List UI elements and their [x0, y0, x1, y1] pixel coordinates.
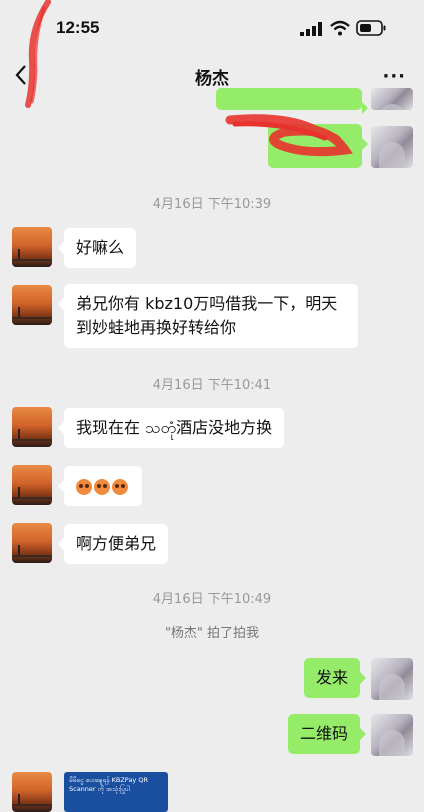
timestamp: 4月16日 下午10:39: [152, 197, 272, 212]
avatar-self[interactable]: [371, 714, 413, 756]
signal-icon: [300, 22, 322, 36]
message-incoming: 我现在在 သတုံ酒店没地方换: [57, 408, 285, 448]
emoji-icon: [112, 478, 128, 495]
wifi-icon: [330, 20, 350, 36]
avatar-contact[interactable]: [12, 772, 52, 812]
avatar-contact[interactable]: [12, 465, 52, 505]
message-line: 到妙蛙地再换好转给你: [76, 318, 237, 337]
message-outgoing: 二维码: [287, 714, 367, 754]
message-incoming: 好嘛么: [57, 228, 137, 268]
message-outgoing: 发来: [303, 658, 367, 698]
chat-area: 4月16日 下午10:39 好嘛么 弟兄你有 kbz10万吗借我一下，明天 到妙…: [0, 88, 424, 812]
pat-notice: "杨杰" 拍了拍我: [164, 626, 260, 641]
avatar-contact[interactable]: [12, 285, 52, 325]
message-incoming: 啊方便弟兄: [57, 524, 169, 564]
avatar-contact[interactable]: [12, 407, 52, 447]
qr-caption: မိမိငွေ ပေးချေရန် KBZPay QR Scanner ကို …: [69, 776, 148, 793]
chat-title: 杨杰: [195, 69, 229, 89]
emoji-icon: [94, 478, 110, 495]
more-icon[interactable]: ···: [382, 66, 406, 87]
status-bar: 12:55: [0, 0, 424, 50]
redaction-scribble: [25, 0, 51, 108]
avatar-contact[interactable]: [12, 523, 52, 563]
redaction-scribble: [225, 114, 353, 157]
message-incoming: 弟兄你有 kbz10万吗借我一下，明天 到妙蛙地再换好转给你: [58, 284, 358, 348]
bubble-self-partial: [216, 88, 368, 114]
timestamp: 4月16日 下午10:41: [152, 378, 272, 393]
qr-code-image[interactable]: မိမိငွေ ပေးချေရန် KBZPay QR Scanner ကို …: [64, 772, 168, 812]
avatar-self[interactable]: [371, 126, 413, 168]
emoji-icon: [76, 478, 92, 495]
timestamp: 4月16日 下午10:49: [152, 592, 272, 607]
avatar-self[interactable]: [371, 658, 413, 700]
message-line: 弟兄你有 kbz10万吗借我一下，明天: [76, 294, 338, 313]
avatar-self[interactable]: [371, 88, 413, 110]
status-time: 12:55: [56, 18, 100, 37]
message-emoji: [58, 466, 142, 506]
battery-icon: [356, 20, 386, 36]
avatar-contact[interactable]: [12, 227, 52, 267]
